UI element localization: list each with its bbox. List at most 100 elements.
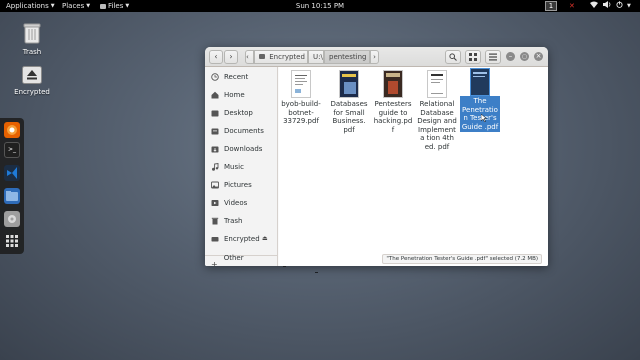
maximize-icon: ▢ <box>522 54 527 60</box>
minimize-button[interactable]: – <box>506 52 515 61</box>
path-segment-encrypted[interactable]: Encrypted <box>254 50 308 64</box>
minimize-icon: – <box>508 52 513 60</box>
chevron-right-icon: › <box>229 52 233 61</box>
selection-status: "The Penetration Tester's Guide .pdf" se… <box>382 254 542 264</box>
terminal-icon[interactable]: >_ <box>4 142 20 158</box>
firefox-icon[interactable] <box>4 122 20 138</box>
wifi-icon[interactable] <box>590 0 598 12</box>
documents-icon <box>211 128 219 135</box>
path-segment-u[interactable]: U:\ <box>308 50 324 64</box>
sidebar-item-documents[interactable]: Documents <box>205 123 277 139</box>
network-vpn-icon[interactable]: ✕ <box>569 0 575 12</box>
files-icon[interactable] <box>4 188 20 204</box>
music-icon <box>212 163 219 171</box>
vscode-icon[interactable] <box>4 165 20 181</box>
files-app-icon <box>100 3 106 9</box>
back-button[interactable]: ‹ <box>209 50 223 64</box>
search-button[interactable] <box>445 50 461 64</box>
sidebar-item-music-label: Music <box>224 163 244 171</box>
home-icon <box>211 91 219 99</box>
path-segment-u-label: U:\ <box>313 53 323 61</box>
applications-menu[interactable]: Applications ▼ <box>6 0 55 12</box>
drive-eject-icon <box>22 66 42 84</box>
file-grid: byob-build-botnet-33729.pdf Databases fo… <box>279 67 548 266</box>
path-segment-pentesting-label: pentesting <box>329 53 367 61</box>
chevron-right-icon: › <box>373 53 376 61</box>
volume-icon[interactable] <box>603 0 611 12</box>
sidebar-item-downloads[interactable]: Downloads <box>205 141 277 157</box>
menu-button[interactable] <box>485 50 501 64</box>
places-menu[interactable]: Places ▼ <box>62 0 90 12</box>
settings-icon[interactable] <box>4 211 20 227</box>
view-options-button[interactable] <box>465 50 481 64</box>
sidebar-item-recent[interactable]: Recent <box>205 69 277 85</box>
path-scroll-left-button[interactable]: ‹ <box>245 50 254 64</box>
forward-button[interactable]: › <box>224 50 238 64</box>
trash-icon <box>23 23 41 44</box>
chevron-down-icon[interactable]: ▼ <box>627 0 631 12</box>
drive-icon <box>259 54 265 59</box>
pictures-icon <box>211 181 219 189</box>
files-app-menu[interactable]: Files ▼ <box>100 0 129 12</box>
file-item[interactable]: Pentesters guide to hacking.pdf <box>373 70 413 134</box>
sidebar-item-home[interactable]: Home <box>205 87 277 103</box>
pdf-thumbnail-icon <box>470 68 490 96</box>
eject-icon[interactable]: ⏏ <box>262 231 268 247</box>
chevron-down-icon: ▼ <box>86 3 91 9</box>
workspace-indicator[interactable]: 1 <box>545 1 557 11</box>
sidebar-item-pictures[interactable]: Pictures <box>205 177 277 193</box>
pdf-thumbnail-icon <box>339 70 359 98</box>
file-item-selected[interactable]: The Penetration Tester's Guide .pdf <box>460 68 500 132</box>
clock-icon <box>211 73 219 81</box>
maximize-button[interactable]: ▢ <box>520 52 529 61</box>
grid-view-icon <box>469 53 477 61</box>
file-name: The Penetration Tester's Guide .pdf <box>460 96 500 132</box>
sidebar-item-videos-label: Videos <box>224 199 248 207</box>
path-scroll-right-button[interactable]: › <box>370 50 379 64</box>
desktop-encrypted-drive[interactable]: Encrypted <box>2 66 62 96</box>
file-name: Databases for Small Business. pdf <box>330 100 368 134</box>
sidebar-item-documents-label: Documents <box>224 127 264 135</box>
plus-icon: + <box>211 260 218 267</box>
sidebar-item-encrypted[interactable]: Encrypted ⏏ <box>205 231 277 247</box>
file-name: Relational Database Design and Implement… <box>417 100 457 151</box>
sidebar-item-music[interactable]: Music <box>205 159 277 175</box>
header-bar: ‹ › ‹ Encrypted U:\ pentesting › – ▢ × <box>205 47 548 67</box>
path-segment-pentesting[interactable]: pentesting <box>324 50 370 64</box>
places-sidebar: Recent Home Desktop Documents Downloads … <box>205 67 278 266</box>
sidebar-item-other-locations[interactable]: + Other Locations <box>205 254 277 267</box>
chevron-down-icon: ▼ <box>50 3 55 9</box>
path-segment-encrypted-label: Encrypted <box>269 53 305 61</box>
hamburger-menu-icon <box>489 53 497 61</box>
file-manager-window: ‹ › ‹ Encrypted U:\ pentesting › – ▢ × R… <box>205 47 548 266</box>
file-item[interactable]: byob-build-botnet-33729.pdf <box>281 70 321 126</box>
sidebar-item-videos[interactable]: Videos <box>205 195 277 211</box>
power-icon[interactable] <box>616 0 623 12</box>
files-app-menu-label: Files <box>108 2 124 10</box>
sidebar-item-pictures-label: Pictures <box>224 181 252 189</box>
drive-icon <box>211 237 219 242</box>
sidebar-item-trash-label: Trash <box>224 217 243 225</box>
pdf-thumbnail-icon <box>383 70 403 98</box>
places-menu-label: Places <box>62 2 85 10</box>
close-button[interactable]: × <box>534 52 543 61</box>
sidebar-item-trash[interactable]: Trash <box>205 213 277 229</box>
sidebar-item-desktop[interactable]: Desktop <box>205 105 277 121</box>
app-grid-icon[interactable] <box>4 233 20 249</box>
desktop-dot <box>283 266 286 267</box>
clock[interactable]: Sun 10:15 PM <box>296 2 344 10</box>
search-icon <box>449 53 457 61</box>
desktop-trash[interactable]: Trash <box>2 22 62 56</box>
desktop-encrypted-label: Encrypted <box>14 88 50 96</box>
sidebar-item-other-locations-label: Other Locations <box>223 254 244 262</box>
sidebar-item-desktop-label: Desktop <box>224 109 253 117</box>
file-name: byob-build-botnet-33729.pdf <box>281 100 321 125</box>
file-item[interactable]: Relational Database Design and Implement… <box>417 70 457 151</box>
file-item[interactable]: Databases for Small Business. pdf <box>329 70 369 134</box>
chevron-left-icon: ‹ <box>214 52 218 61</box>
close-icon: × <box>535 52 542 60</box>
videos-icon <box>211 200 219 206</box>
file-name: Pentesters guide to hacking.pdf <box>373 100 413 134</box>
dock: >_ <box>0 118 24 254</box>
chevron-down-icon: ▼ <box>125 3 130 9</box>
